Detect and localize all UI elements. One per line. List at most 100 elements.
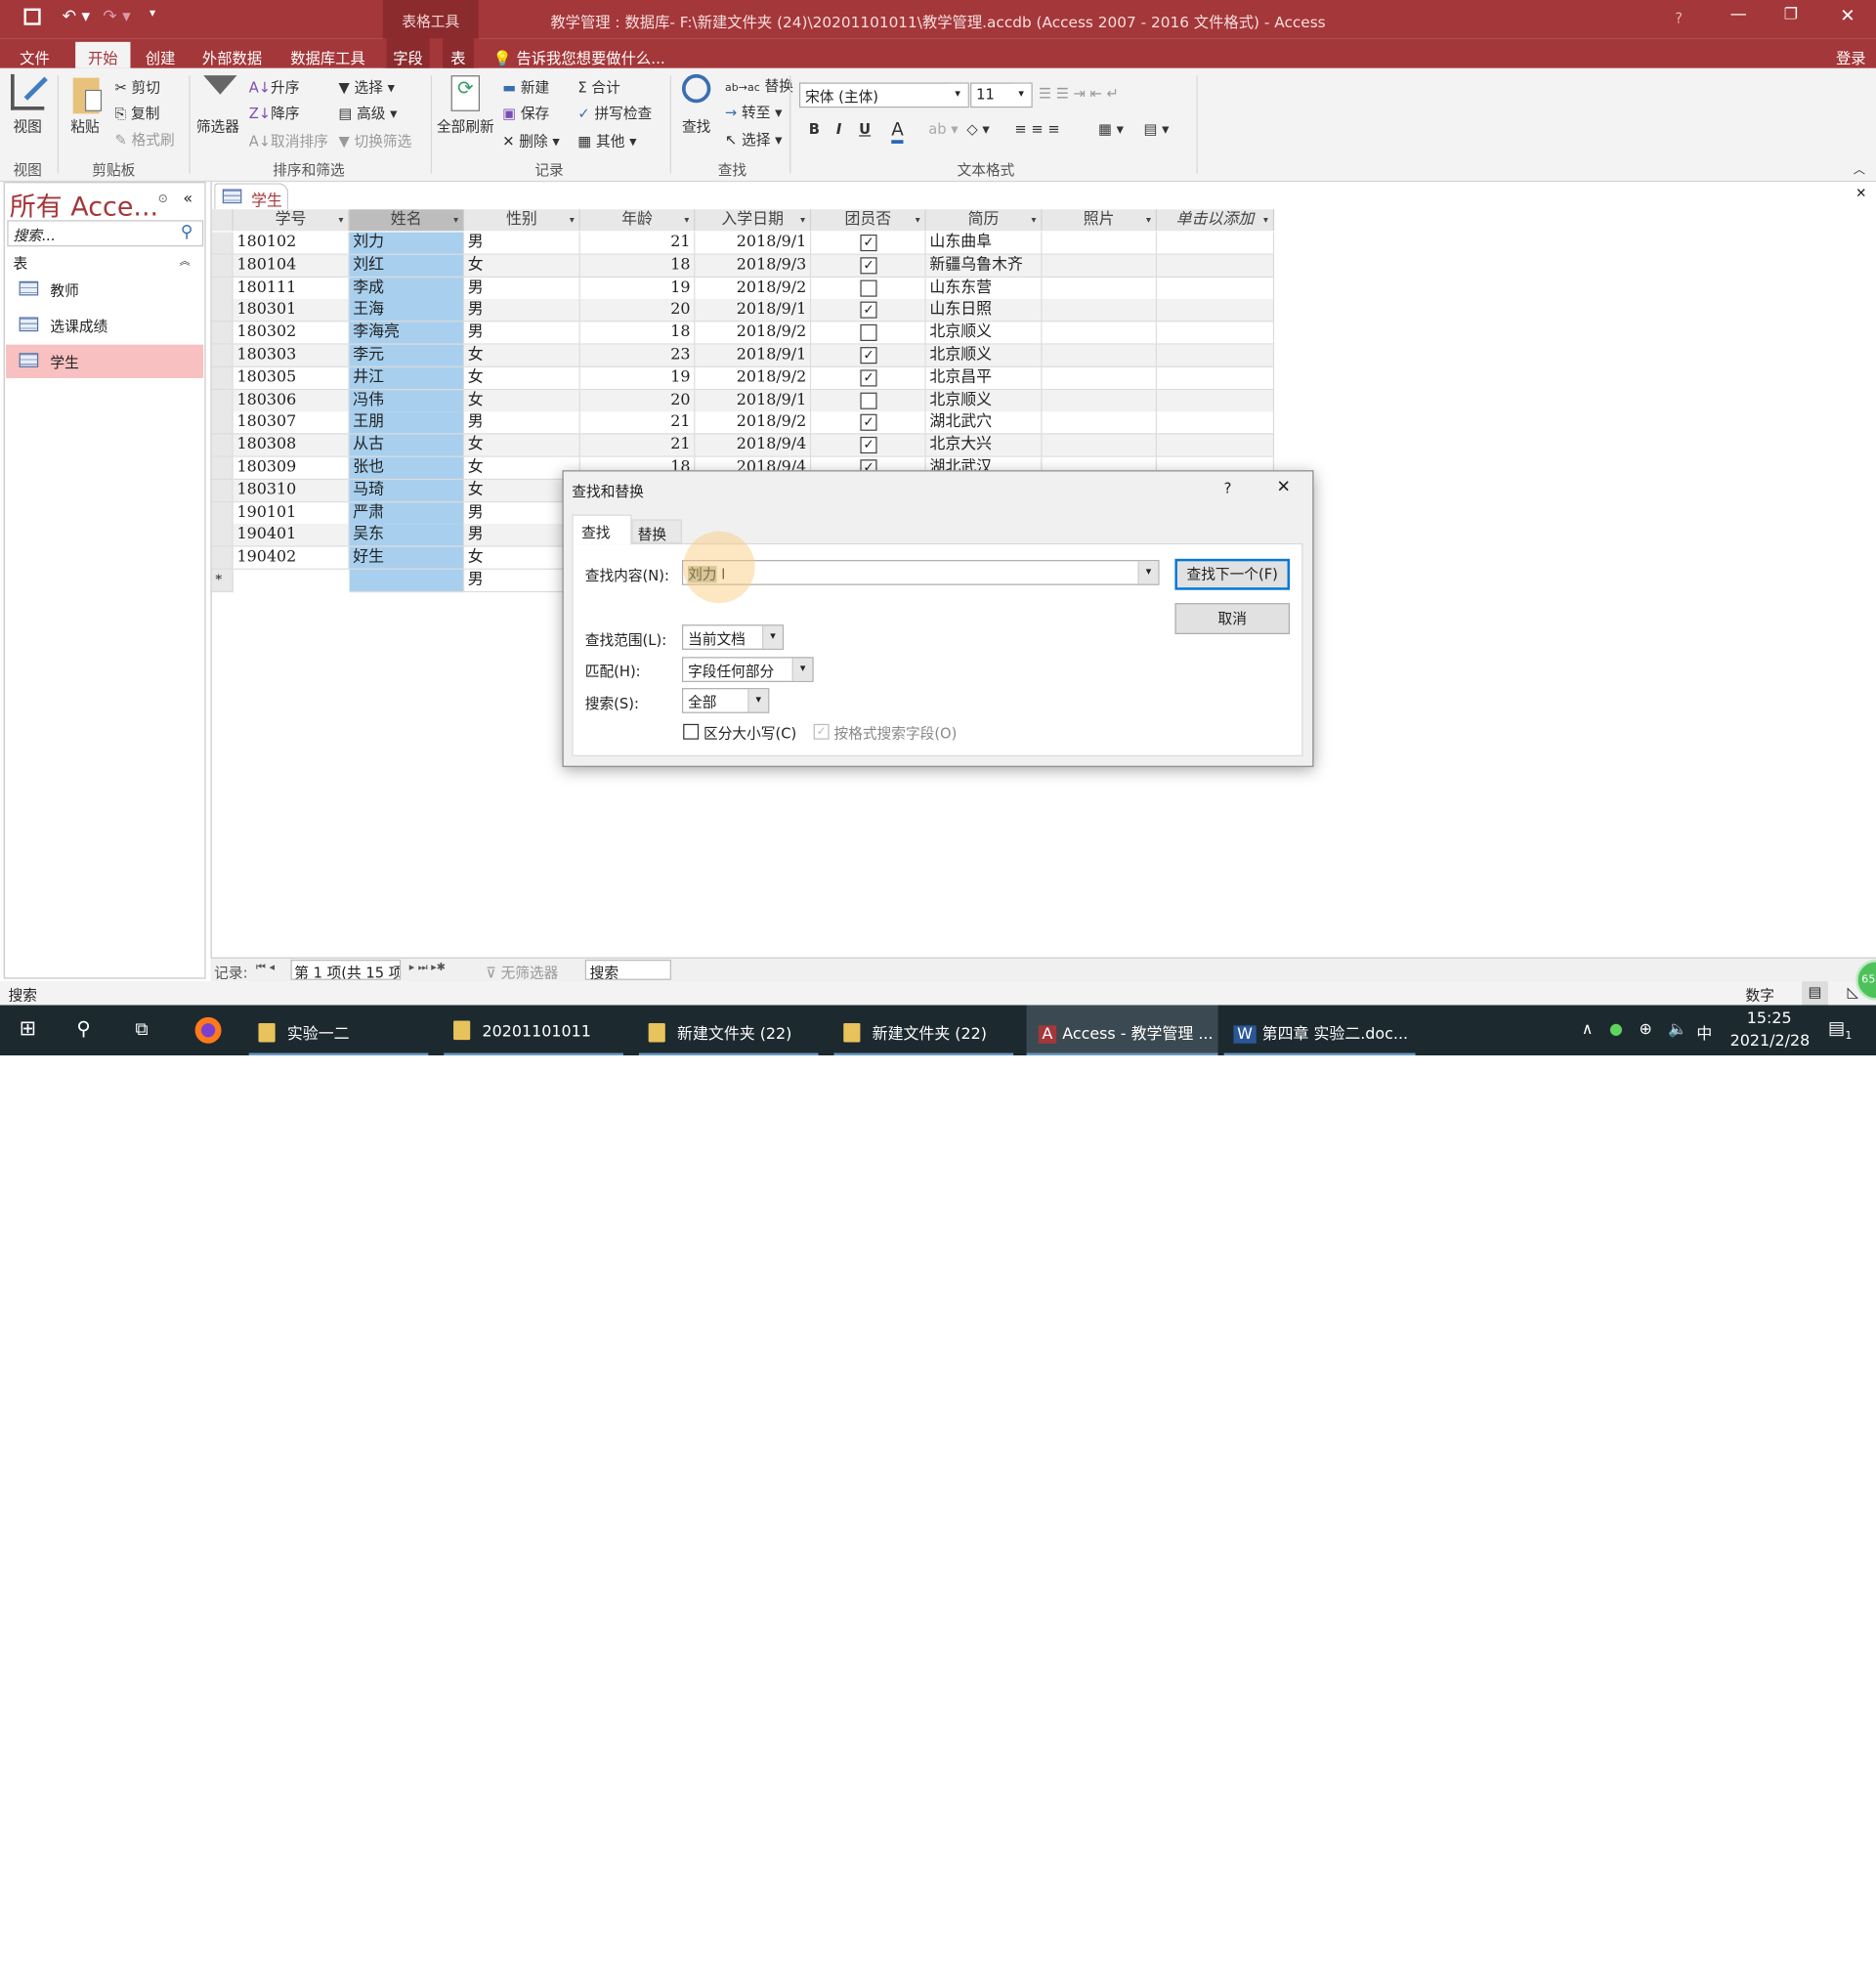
nav-item-course-grades[interactable]: 选课成绩 xyxy=(6,309,203,342)
table-cell[interactable] xyxy=(1042,254,1158,278)
filter-button[interactable]: 筛选器 xyxy=(196,116,239,137)
table-cell[interactable]: 湖北武穴 xyxy=(925,411,1043,435)
search-direction-select[interactable]: 全部 ▾ xyxy=(681,688,770,713)
table-cell[interactable]: 吴东 xyxy=(349,524,465,548)
sign-in-link[interactable]: 登录 xyxy=(1830,42,1871,68)
row-selector[interactable]: * xyxy=(211,569,234,593)
help-button[interactable]: ? xyxy=(1675,10,1683,26)
format-painter-button[interactable]: ✎ 格式刷 xyxy=(115,129,175,150)
column-dropdown-icon[interactable]: ▾ xyxy=(570,209,575,231)
column-header[interactable]: 照片 ▾ xyxy=(1042,209,1158,232)
member-checkbox-cell[interactable]: ✓ xyxy=(811,344,926,367)
column-header[interactable]: 团员否 ▾ xyxy=(811,209,926,232)
totals-button[interactable]: Σ 合计 xyxy=(577,76,619,97)
table-cell[interactable]: 180102 xyxy=(233,232,350,255)
member-checkbox-cell[interactable]: ✓ xyxy=(811,232,926,255)
nav-section-tables[interactable]: 表 xyxy=(13,252,27,273)
table-cell[interactable]: 19 xyxy=(579,277,696,300)
column-dropdown-icon[interactable]: ▾ xyxy=(684,209,689,231)
table-cell[interactable] xyxy=(1157,322,1275,345)
table-cell[interactable]: 男 xyxy=(464,299,580,322)
search-icon[interactable]: ⚲ xyxy=(76,1006,90,1055)
table-cell[interactable]: 女 xyxy=(464,389,580,412)
column-header[interactable]: 学号 ▾ xyxy=(233,209,350,232)
column-dropdown-icon[interactable]: ▾ xyxy=(339,209,344,231)
table-cell[interactable]: 180301 xyxy=(233,299,350,322)
tab-external-data[interactable]: 外部数据 xyxy=(193,42,270,68)
start-button[interactable]: ⊞ xyxy=(20,1006,36,1055)
minimize-button[interactable]: — xyxy=(1730,5,1747,24)
table-cell[interactable] xyxy=(1157,366,1275,390)
wechat-icon[interactable]: ● xyxy=(1609,1006,1623,1055)
table-cell[interactable]: 2018/9/2 xyxy=(695,411,812,435)
checkbox[interactable]: ✓ xyxy=(860,369,877,387)
task-view-icon[interactable]: ⧉ xyxy=(135,1006,148,1055)
toggle-filter-button[interactable]: ▼ 切换筛选 xyxy=(339,130,412,150)
table-cell[interactable] xyxy=(1157,344,1275,367)
tab-fields[interactable]: 字段 xyxy=(386,38,430,68)
remove-sort-button[interactable]: A↓取消排序 xyxy=(249,130,328,150)
table-cell[interactable]: 2018/9/2 xyxy=(695,322,812,345)
font-name-select[interactable]: 宋体 (主体) ▾ xyxy=(798,82,969,108)
table-cell[interactable]: 180306 xyxy=(233,389,350,412)
volume-icon[interactable]: 🔈 xyxy=(1668,1006,1687,1055)
taskbar-item-experiment[interactable]: 实验一二 xyxy=(248,1006,429,1056)
collapse-section-icon[interactable]: ︽ xyxy=(180,252,191,268)
table-cell[interactable]: 2018/9/1 xyxy=(695,389,812,412)
checkbox[interactable] xyxy=(860,279,877,297)
column-dropdown-icon[interactable]: ▾ xyxy=(1263,209,1268,231)
tab-create[interactable]: 创建 xyxy=(137,42,185,68)
member-checkbox-cell[interactable]: ✓ xyxy=(811,254,926,278)
taskbar-item-folder-20201101011[interactable]: 20201101011 xyxy=(444,1006,623,1056)
view-button[interactable]: 视图 xyxy=(13,116,41,137)
table-cell[interactable] xyxy=(1042,299,1158,322)
member-checkbox-cell[interactable]: ✓ xyxy=(811,299,926,322)
table-cell[interactable]: 严肃 xyxy=(349,501,465,526)
table-cell[interactable]: 张也 xyxy=(349,456,465,481)
underline-button[interactable]: U xyxy=(859,121,871,138)
network-icon[interactable]: ⊕ xyxy=(1640,1006,1652,1055)
highlight-button[interactable]: ab ▾ xyxy=(928,121,958,138)
table-cell[interactable]: 女 xyxy=(464,366,580,390)
collapse-nav-icon[interactable]: « xyxy=(183,191,192,208)
table-cell[interactable]: 从古 xyxy=(349,434,465,457)
table-cell[interactable]: 山东日照 xyxy=(925,299,1043,322)
column-dropdown-icon[interactable]: ▾ xyxy=(916,209,920,231)
document-tab-students[interactable]: 学生 xyxy=(214,183,289,211)
align-buttons[interactable]: ≡ ≡ ≡ xyxy=(1014,121,1059,138)
new-row-name-cell[interactable] xyxy=(349,569,465,593)
taskbar-item-new-folder-22b[interactable]: 新建文件夹 (22) xyxy=(833,1006,1014,1056)
nav-menu-icon[interactable]: ⊙ xyxy=(158,193,168,205)
table-cell[interactable]: 190101 xyxy=(233,501,350,526)
checkbox[interactable]: ✓ xyxy=(860,347,877,365)
tab-table[interactable]: 表 xyxy=(443,38,474,68)
nav-search-input[interactable]: 搜索... xyxy=(7,220,204,247)
row-selector[interactable] xyxy=(211,501,234,526)
advanced-filter-button[interactable]: ▤ 高级 ▾ xyxy=(339,103,398,123)
table-cell[interactable]: 2018/9/1 xyxy=(695,299,812,322)
taskbar-item-word[interactable]: W 第四章 实验二.doc... xyxy=(1223,1006,1416,1056)
column-dropdown-icon[interactable]: ▾ xyxy=(1146,209,1151,231)
column-header[interactable]: 年龄 ▾ xyxy=(579,209,696,232)
table-cell[interactable]: 180309 xyxy=(233,456,350,481)
selection-filter-button[interactable]: ▼ 选择 ▾ xyxy=(339,76,395,97)
table-cell[interactable]: 2018/9/1 xyxy=(695,344,812,367)
copy-button[interactable]: ⎘ 复制 xyxy=(115,103,160,123)
table-cell[interactable]: 女 xyxy=(464,254,580,278)
table-cell[interactable]: 18 xyxy=(579,254,696,278)
select-button[interactable]: ↖ 选择 ▾ xyxy=(725,129,782,150)
select-all-corner[interactable] xyxy=(211,209,234,232)
row-selector[interactable] xyxy=(211,277,234,300)
tab-home[interactable]: 开始 xyxy=(75,41,131,68)
table-cell[interactable]: 马琦 xyxy=(349,479,465,503)
replace-button[interactable]: ab→ac 替换 xyxy=(725,75,793,96)
row-selector[interactable] xyxy=(211,344,234,367)
table-cell[interactable] xyxy=(1042,411,1158,435)
table-cell[interactable]: 180302 xyxy=(233,322,350,345)
table-cell[interactable]: 180305 xyxy=(233,366,350,390)
row-selector[interactable] xyxy=(211,479,234,503)
goto-button[interactable]: → 转至 ▾ xyxy=(725,102,782,122)
column-header[interactable]: 入学日期 ▾ xyxy=(695,209,812,232)
close-document-icon[interactable]: ✕ xyxy=(1855,186,1866,201)
table-cell[interactable]: 2018/9/3 xyxy=(695,254,812,278)
